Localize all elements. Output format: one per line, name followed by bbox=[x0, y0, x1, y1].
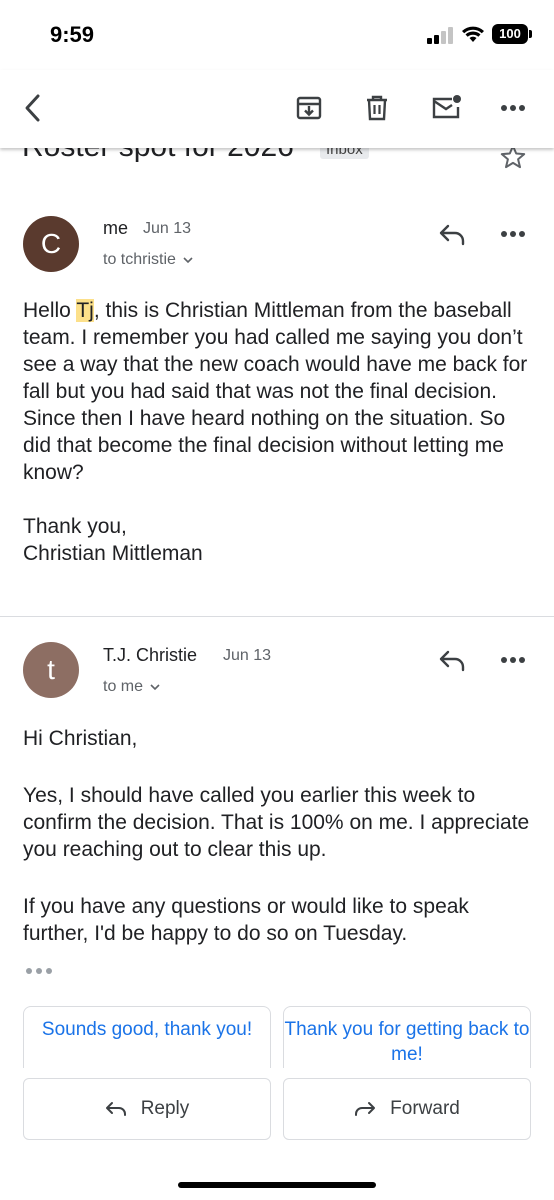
status-bar: 9:59 100 bbox=[0, 0, 554, 70]
reply-icon bbox=[439, 224, 465, 246]
body-paragraph: If you have any questions or would like … bbox=[23, 895, 469, 945]
body-paragraph: Hello Tj, this is Christian Mittleman fr… bbox=[23, 297, 538, 486]
smart-reply-chip[interactable]: Sounds good, thank you! bbox=[23, 1006, 271, 1068]
greeting-text: Hi Christian, bbox=[23, 727, 138, 750]
archive-icon bbox=[296, 96, 322, 120]
recipient-toggle[interactable]: to me bbox=[103, 678, 161, 696]
forward-action-button[interactable]: Forward bbox=[283, 1078, 531, 1140]
cellular-signal-icon bbox=[427, 26, 457, 44]
reply-button[interactable] bbox=[434, 642, 470, 678]
sender-name: me bbox=[103, 218, 129, 238]
recipient-text: to me bbox=[103, 678, 144, 695]
message-more-button[interactable] bbox=[495, 642, 531, 678]
more-options-button[interactable] bbox=[495, 90, 531, 126]
signoff-text: Thank you, bbox=[23, 515, 127, 538]
signature-text: Christian Mittleman bbox=[23, 542, 203, 565]
back-arrow-icon bbox=[25, 94, 40, 122]
delete-button[interactable] bbox=[359, 90, 395, 126]
battery-cap bbox=[529, 30, 532, 38]
forward-label: Forward bbox=[390, 1098, 460, 1119]
avatar[interactable]: C bbox=[23, 216, 79, 272]
home-indicator[interactable] bbox=[178, 1182, 376, 1188]
reply-button[interactable] bbox=[434, 216, 470, 252]
more-horiz-icon bbox=[501, 105, 525, 111]
status-time: 9:59 bbox=[50, 22, 95, 47]
paragraph-text: , this is Christian Mittleman from the b… bbox=[23, 299, 528, 484]
message-body: Hello Tj, this is Christian Mittleman fr… bbox=[23, 297, 538, 567]
message-body: Hi Christian, Yes, I should have called … bbox=[23, 725, 538, 947]
mark-unread-button[interactable] bbox=[428, 90, 464, 126]
top-toolbar bbox=[0, 70, 554, 148]
smart-reply-chip[interactable]: Thank you for getting back to me! bbox=[283, 1006, 531, 1068]
reply-icon bbox=[105, 1102, 126, 1116]
trash-icon bbox=[367, 95, 387, 121]
message-more-button[interactable] bbox=[495, 216, 531, 252]
chevron-down-icon bbox=[183, 257, 193, 264]
message-date: Jun 13 bbox=[223, 647, 272, 664]
reply-icon bbox=[439, 650, 465, 672]
back-button[interactable] bbox=[14, 90, 50, 126]
avatar[interactable]: t bbox=[23, 642, 79, 698]
highlighted-name: Tj bbox=[76, 299, 94, 322]
message-date: Jun 13 bbox=[143, 220, 192, 237]
more-horiz-icon bbox=[501, 657, 525, 663]
more-horiz-icon bbox=[501, 231, 525, 237]
chevron-down-icon bbox=[150, 684, 160, 691]
wifi-icon bbox=[462, 26, 484, 42]
message-divider bbox=[0, 616, 554, 617]
sender-name: T.J. Christie bbox=[103, 645, 198, 665]
greeting-text: Hello bbox=[23, 299, 71, 322]
body-paragraph: Yes, I should have called you earlier th… bbox=[23, 784, 530, 861]
archive-button[interactable] bbox=[291, 90, 327, 126]
mark-unread-icon bbox=[432, 95, 461, 119]
battery-icon: 100 bbox=[492, 24, 528, 44]
reply-action-button[interactable]: Reply bbox=[23, 1078, 271, 1140]
show-trimmed-content-button[interactable] bbox=[26, 963, 54, 977]
recipient-text: to tchristie bbox=[103, 251, 176, 268]
forward-icon bbox=[355, 1102, 376, 1116]
reply-label: Reply bbox=[140, 1098, 190, 1119]
recipient-toggle[interactable]: to tchristie bbox=[103, 251, 194, 269]
